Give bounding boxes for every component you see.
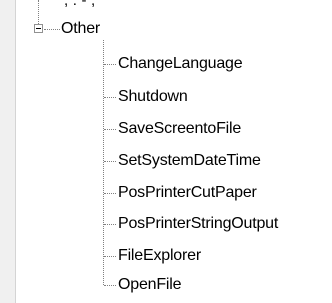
tree-node-changelanguage[interactable]: ChangeLanguage [118,54,243,74]
child-connector-line [104,129,116,130]
root-connector-line [38,0,39,24]
collapse-other-button[interactable] [34,24,43,33]
child-connector-line [104,224,116,225]
tree-node-posprintercutpaper[interactable]: PosPrinterCutPaper [118,183,257,203]
other-connector-line [44,29,60,30]
child-connector-line [104,193,116,194]
tree-node-openfile[interactable]: OpenFile [118,275,182,295]
tree-node-fileexplorer[interactable]: FileExplorer [118,246,201,266]
child-connector-line [104,64,116,65]
truncated-node-above: , . - , [64,0,264,8]
tree-node-shutdown[interactable]: Shutdown [118,87,188,107]
truncated-node-label: , . - , [64,0,95,8]
tree-node-setsystemdatetime[interactable]: SetSystemDateTime [118,151,261,171]
tree-node-savescreentofile[interactable]: SaveScreentoFile [118,119,241,139]
child-connector-line [104,97,116,98]
tree-node-other[interactable]: Other [61,19,100,39]
minus-icon [36,28,41,29]
tree-node-posprinterstringoutput[interactable]: PosPrinterStringOutput [118,214,278,234]
child-connector-line [104,161,116,162]
tree-view: , . - , Other ChangeLanguage Shutdown Sa… [0,0,332,303]
child-connector-line [104,256,116,257]
children-connector-line [103,40,104,285]
child-connector-line [104,285,116,286]
